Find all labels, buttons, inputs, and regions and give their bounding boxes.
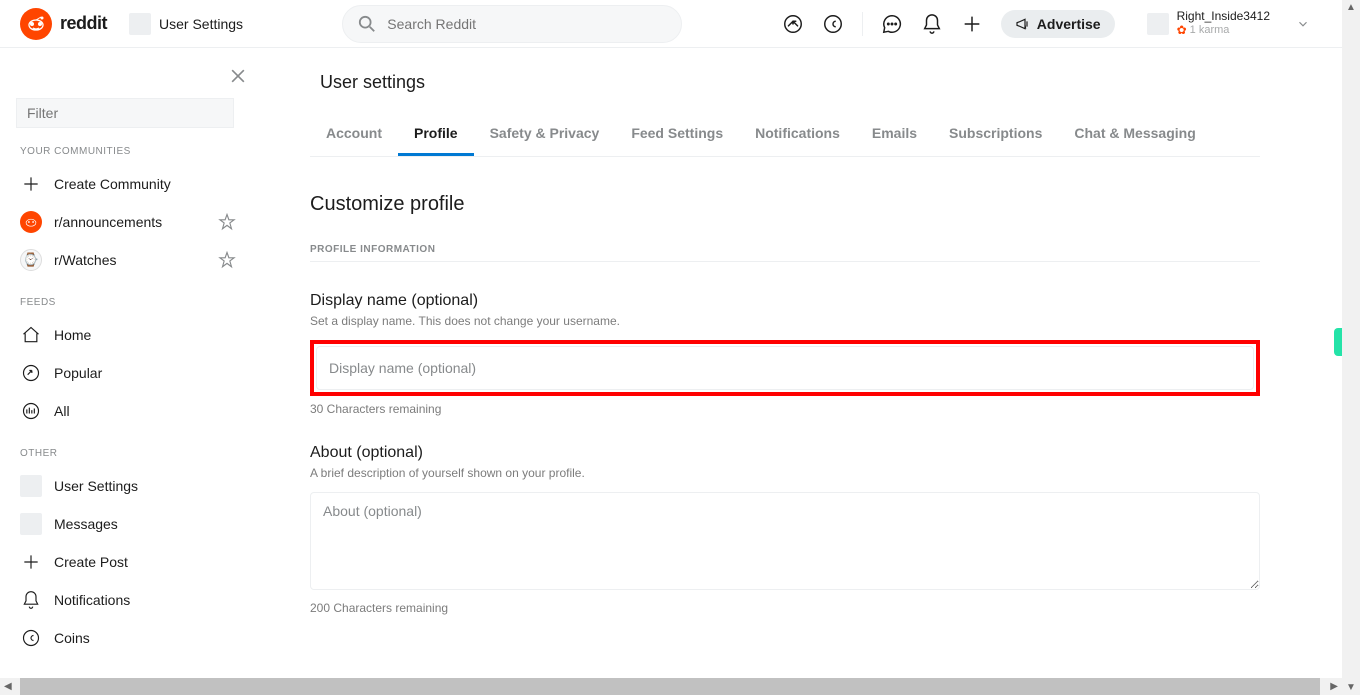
chat-icon[interactable] [881, 13, 903, 35]
other-label: User Settings [54, 478, 138, 494]
megaphone-icon [1015, 16, 1031, 32]
user-menu[interactable]: Right_Inside3412 ✿1 karma [1147, 10, 1322, 36]
scroll-up-icon[interactable]: ▲ [1346, 0, 1356, 15]
logo-text: reddit [60, 13, 107, 34]
crumb-label: User Settings [159, 16, 243, 32]
notifications-icon[interactable] [921, 13, 943, 35]
create-community-label: Create Community [54, 176, 171, 192]
sidebar: YOUR COMMUNITIES Create Community r/anno… [0, 48, 254, 663]
sidebar-other-messages[interactable]: Messages [10, 505, 246, 543]
karma-icon: ✿ [1177, 24, 1187, 37]
other-label: Create Post [54, 554, 128, 570]
search-icon [357, 13, 377, 35]
sidebar-feed-all[interactable]: All [10, 392, 246, 430]
feed-label: All [54, 403, 70, 419]
user-avatar-icon [1147, 13, 1169, 35]
sidebar-community-watches[interactable]: ⌚ r/Watches [10, 241, 246, 279]
chevron-down-icon [1296, 17, 1310, 31]
popular-icon[interactable] [782, 13, 804, 35]
coin-icon[interactable] [822, 13, 844, 35]
logo[interactable]: reddit [20, 8, 107, 40]
sidebar-feed-popular[interactable]: Popular [10, 354, 246, 392]
search-input[interactable] [387, 16, 667, 32]
star-icon[interactable] [218, 251, 236, 269]
divider [862, 12, 863, 36]
tab-feed[interactable]: Feed Settings [615, 113, 739, 156]
sidebar-filter-input[interactable] [16, 98, 234, 128]
avatar-icon [20, 513, 42, 535]
header: reddit User Settings Advertise Right_Ins… [0, 0, 1342, 48]
other-label: Notifications [54, 592, 130, 608]
arrow-up-right-icon [20, 362, 42, 384]
sidebar-feed-home[interactable]: Home [10, 316, 246, 354]
sidebar-section-communities: YOUR COMMUNITIES [10, 128, 246, 165]
about-desc: A brief description of yourself shown on… [310, 466, 1260, 480]
tab-account[interactable]: Account [310, 113, 398, 156]
search-box[interactable] [342, 5, 682, 43]
settings-tabs: Account Profile Safety & Privacy Feed Se… [310, 113, 1260, 157]
create-community-button[interactable]: Create Community [10, 165, 246, 203]
tab-notifications[interactable]: Notifications [739, 113, 856, 156]
os-horizontal-scrollbar[interactable]: ◀ ▶ [0, 678, 1342, 695]
sidebar-section-other: OTHER [10, 430, 246, 467]
displayname-label: Display name (optional) [310, 292, 1260, 310]
sidebar-section-feeds: FEEDS [10, 279, 246, 316]
avatar-icon [20, 475, 42, 497]
displayname-desc: Set a display name. This does not change… [310, 314, 1260, 328]
scroll-down-icon[interactable]: ▼ [1346, 680, 1356, 695]
bell-icon [20, 589, 42, 611]
coin-icon [20, 627, 42, 649]
about-remaining: 200 Characters remaining [310, 601, 1260, 615]
tab-subscriptions[interactable]: Subscriptions [933, 113, 1058, 156]
sidebar-other-coins[interactable]: Coins [10, 619, 246, 657]
advertise-button[interactable]: Advertise [1001, 10, 1115, 38]
other-label: Coins [54, 630, 90, 646]
reddit-snoo-icon [20, 8, 52, 40]
section-title: Customize profile [310, 193, 1260, 216]
plus-icon [20, 551, 42, 573]
feedback-tab[interactable] [1334, 328, 1342, 356]
scroll-left-icon[interactable]: ◀ [0, 681, 16, 692]
about-textarea[interactable] [310, 492, 1260, 590]
advertise-label: Advertise [1037, 16, 1101, 32]
scrollbar-thumb[interactable] [20, 678, 1320, 695]
close-sidebar-icon[interactable] [228, 66, 248, 86]
tab-safety[interactable]: Safety & Privacy [474, 113, 616, 156]
scroll-right-icon[interactable]: ▶ [1326, 681, 1342, 692]
settings-main: User settings Account Profile Safety & P… [270, 48, 1300, 678]
plus-icon [20, 173, 42, 195]
create-icon[interactable] [961, 13, 983, 35]
sidebar-other-createpost[interactable]: Create Post [10, 543, 246, 581]
reddit-snoo-icon [20, 211, 42, 233]
displayname-remaining: 30 Characters remaining [310, 402, 1260, 416]
feed-label: Home [54, 327, 91, 343]
section-subhead: PROFILE INFORMATION [310, 244, 1260, 262]
about-label: About (optional) [310, 444, 1260, 462]
community-label: r/announcements [54, 214, 162, 230]
sidebar-other-premium[interactable]: Premium [10, 657, 246, 663]
avatar-icon [129, 13, 151, 35]
community-label: r/Watches [54, 252, 117, 268]
tab-profile[interactable]: Profile [398, 113, 474, 156]
displayname-input[interactable] [316, 346, 1254, 390]
settings-title: User settings [310, 72, 1260, 93]
sidebar-other-notifications[interactable]: Notifications [10, 581, 246, 619]
tab-emails[interactable]: Emails [856, 113, 933, 156]
all-icon [20, 400, 42, 422]
karma-count: 1 karma [1190, 24, 1230, 36]
displayname-highlight [310, 340, 1260, 396]
os-vertical-scrollbar[interactable]: ▲ ▼ [1342, 0, 1360, 695]
star-icon[interactable] [218, 213, 236, 231]
sidebar-other-usersettings[interactable]: User Settings [10, 467, 246, 505]
other-label: Messages [54, 516, 118, 532]
username: Right_Inside3412 [1177, 10, 1270, 23]
breadcrumb[interactable]: User Settings [129, 13, 243, 35]
home-icon [20, 324, 42, 346]
sidebar-community-announcements[interactable]: r/announcements [10, 203, 246, 241]
watch-community-icon: ⌚ [20, 249, 42, 271]
tab-chat[interactable]: Chat & Messaging [1058, 113, 1211, 156]
feed-label: Popular [54, 365, 102, 381]
